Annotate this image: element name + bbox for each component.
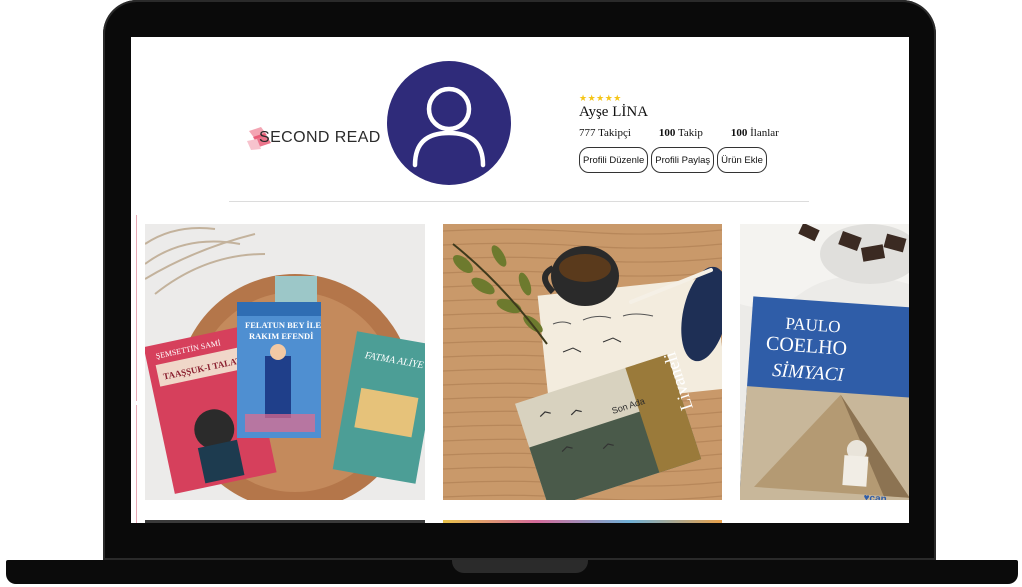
- add-product-button[interactable]: Ürün Ekle: [717, 147, 767, 173]
- book-title-felatun: FELATUN BEY İLE: [245, 320, 321, 330]
- profile-avatar[interactable]: [387, 61, 511, 185]
- post-image-son-ada: Livaneli Son Ada: [443, 224, 722, 500]
- profile-stats: 777 Takipçi 100 Takip 100 İlanlar: [579, 127, 809, 139]
- user-icon: [412, 86, 486, 168]
- edit-profile-button[interactable]: Profili Düzenle: [579, 147, 649, 173]
- profile-info: ★★★★★ Ayşe LİNA 777 Takipçi 100 Takip 10…: [579, 93, 809, 173]
- post-image-classic-books: TAAŞŞUK-I TALAT ŞEMSETTİN SAMİ FATMA ALİ…: [145, 224, 425, 500]
- laptop-notch: [452, 560, 588, 573]
- post-tile[interactable]: TAAŞŞUK-I TALAT ŞEMSETTİN SAMİ FATMA ALİ…: [145, 224, 425, 500]
- post-tile[interactable]: PAULO COELHO SİMYACI ♥can: [740, 224, 909, 500]
- publisher-logo: ♥can: [863, 493, 887, 500]
- brand-name: SECOND READ: [259, 129, 381, 146]
- post-tile[interactable]: [443, 520, 722, 523]
- following-label: Takip: [677, 127, 703, 139]
- followers-stat[interactable]: 777 Takipçi: [579, 127, 631, 139]
- header-divider: [229, 201, 809, 202]
- rating-stars: ★★★★★: [579, 93, 622, 103]
- profile-actions: Profili Düzenle Profili Paylaş Ürün Ekle: [579, 147, 809, 173]
- listings-stat[interactable]: 100 İlanlar: [731, 127, 779, 139]
- following-count: 100: [658, 127, 676, 139]
- profile-name: Ayşe LİNA: [579, 104, 649, 120]
- share-profile-button[interactable]: Profili Paylaş: [651, 147, 715, 173]
- sidebar-edge: [133, 215, 137, 523]
- following-stat[interactable]: 100 Takip: [659, 127, 703, 139]
- brand-logo[interactable]: SECOND READ: [247, 125, 380, 151]
- post-tile[interactable]: [145, 520, 425, 523]
- post-tile[interactable]: Livaneli Son Ada: [443, 224, 722, 500]
- listings-count: 100: [730, 127, 748, 139]
- followers-count: 777: [579, 127, 596, 139]
- post-image-simyaci: PAULO COELHO SİMYACI ♥can: [740, 224, 909, 500]
- app-screen: SECOND READ ★★★★★ Ayşe LİNA 777 Takipçi …: [131, 37, 909, 523]
- listings-label: İlanlar: [750, 127, 779, 139]
- book-subtitle-rakim: RAKIM EFENDİ: [249, 331, 314, 341]
- followers-label: Takipçi: [598, 127, 631, 139]
- book-author-paulo: PAULO: [785, 314, 841, 337]
